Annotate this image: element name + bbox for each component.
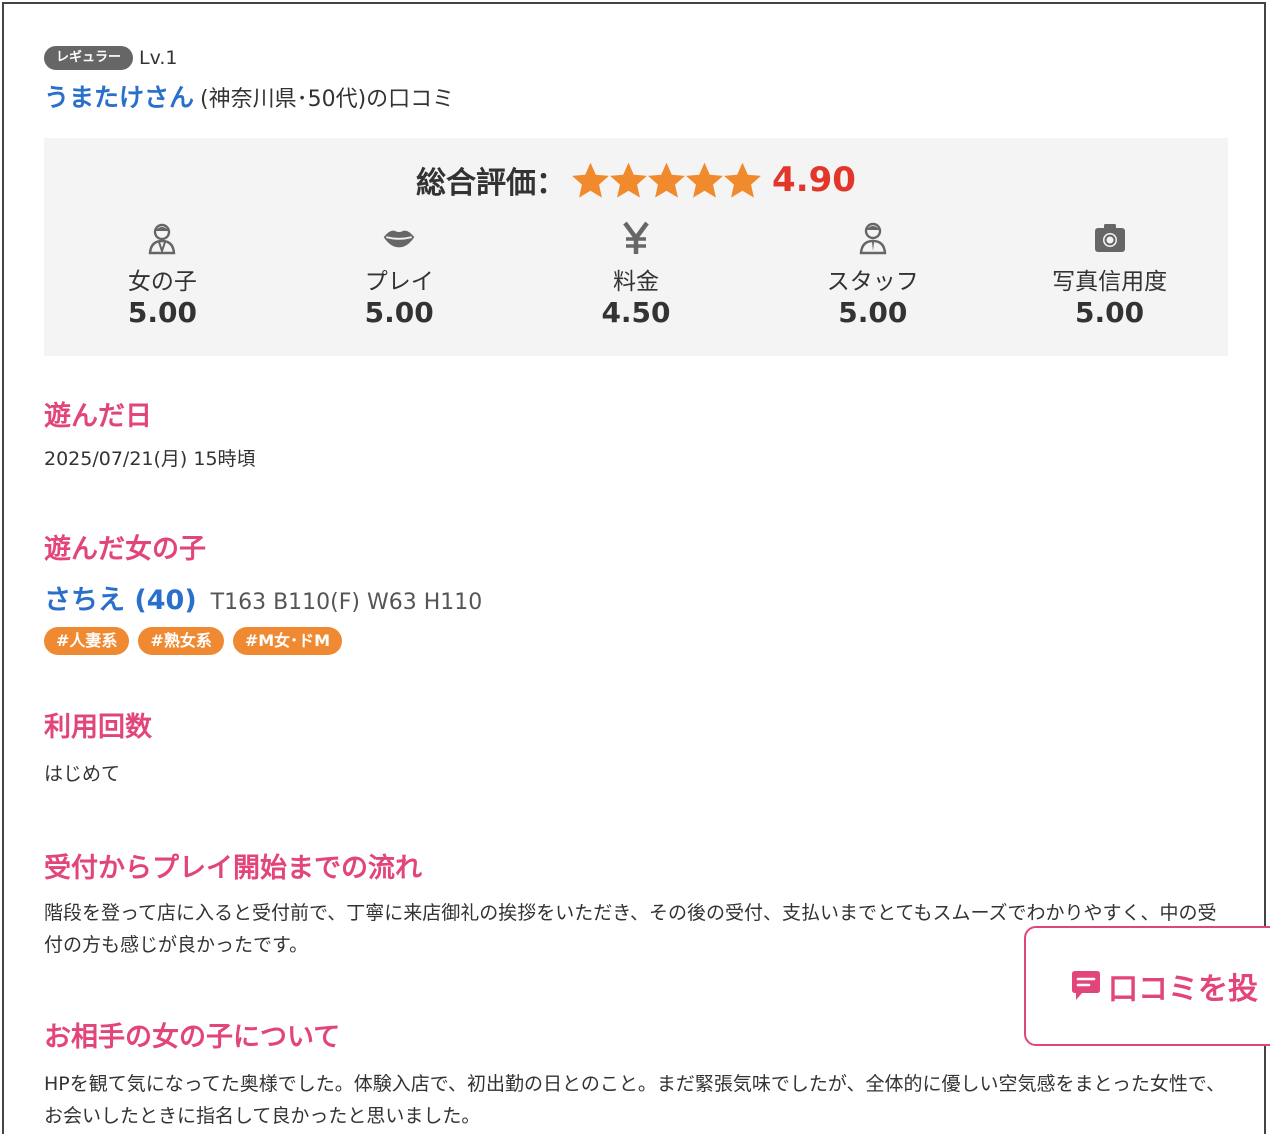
lips-icon (281, 220, 518, 256)
section-title: 利用回数 (44, 712, 152, 743)
tag-item[interactable]: #人妻系 (44, 627, 130, 655)
category-label: 女の子 (127, 269, 197, 295)
section-date: 遊んだ日 2025/07/21(月) 15時頃 (44, 394, 1228, 475)
category-staff: スタッフ 5.00 (754, 220, 991, 329)
overall-label: 総合評価： (416, 166, 567, 201)
staff-icon (754, 220, 991, 256)
category-score: 5.00 (838, 296, 908, 329)
reviewer-info: (神奈川県･50代)の口コミ (200, 87, 455, 112)
reviewer-level: Lv.1 (139, 47, 178, 69)
section-girl: 遊んだ女の子 さちえ (40) T163 B110(F) W63 H110 #人… (44, 527, 1228, 655)
reviewer-name-link[interactable]: うまたけさん (44, 78, 194, 114)
yen-icon (518, 220, 755, 256)
post-review-label: 口コミを投 (1108, 972, 1258, 1007)
star-icon (648, 162, 685, 198)
star-icon (572, 162, 609, 198)
section-title: 受付からプレイ開始までの流れ (44, 853, 422, 884)
category-ratings: 女の子 5.00 プレイ 5.00 料金 4.50 スタッフ 5.00 写真信用… (44, 220, 1228, 329)
category-score: 5.00 (127, 296, 197, 329)
overall-rating: 総合評価： 4.90 (44, 138, 1228, 204)
tag-item[interactable]: #熟女系 (138, 627, 224, 655)
section-title: 遊んだ日 (44, 401, 152, 432)
star-icon (686, 162, 723, 198)
reviewer-heading: うまたけさん (神奈川県･50代)の口コミ (44, 78, 1228, 114)
tag-list: #人妻系 #熟女系 #M女･ドM (44, 627, 1228, 655)
post-review-button[interactable]: 口コミを投 (1024, 926, 1270, 1046)
star-rating (570, 160, 761, 201)
category-label: 料金 (612, 269, 659, 295)
category-girl: 女の子 5.00 (44, 220, 281, 329)
ratings-panel: 総合評価： 4.90 女の子 5.00 プレイ 5.00 料金 4.50 スタッ… (44, 138, 1228, 356)
category-score: 5.00 (364, 296, 434, 329)
overall-score: 4.90 (772, 160, 856, 200)
visit-date: 2025/07/21(月) 15時頃 (44, 448, 256, 470)
section-title: 遊んだ女の子 (44, 534, 206, 565)
comment-icon (1072, 971, 1100, 1000)
camera-icon (991, 220, 1228, 256)
category-photo: 写真信用度 5.00 (991, 220, 1228, 329)
category-label: スタッフ (826, 269, 919, 295)
girl-name-link[interactable]: さちえ (40) (44, 578, 197, 617)
category-label: 写真信用度 (1052, 269, 1168, 295)
category-price: 料金 4.50 (518, 220, 755, 329)
category-score: 5.00 (1075, 296, 1145, 329)
reviewer-rank: レギュラー Lv.1 (44, 44, 1228, 72)
star-icon (724, 162, 761, 198)
rank-badge: レギュラー (44, 46, 134, 70)
category-label: プレイ (364, 269, 434, 295)
category-play: プレイ 5.00 (281, 220, 518, 329)
category-score: 4.50 (601, 296, 671, 329)
star-icon (610, 162, 647, 198)
girl-stats: T163 B110(F) W63 H110 (210, 590, 483, 615)
visit-count: はじめて (44, 763, 121, 785)
section-visits: 利用回数 はじめて (44, 705, 1228, 790)
girl-info: さちえ (40) T163 B110(F) W63 H110 (44, 578, 1228, 617)
about-text: HPを観て気になってた奥様でした。体験入店で、初出勤の日とのこと。まだ緊張気味で… (44, 1073, 1226, 1127)
tag-item[interactable]: #M女･ドM (232, 627, 343, 655)
girl-icon (44, 220, 281, 256)
